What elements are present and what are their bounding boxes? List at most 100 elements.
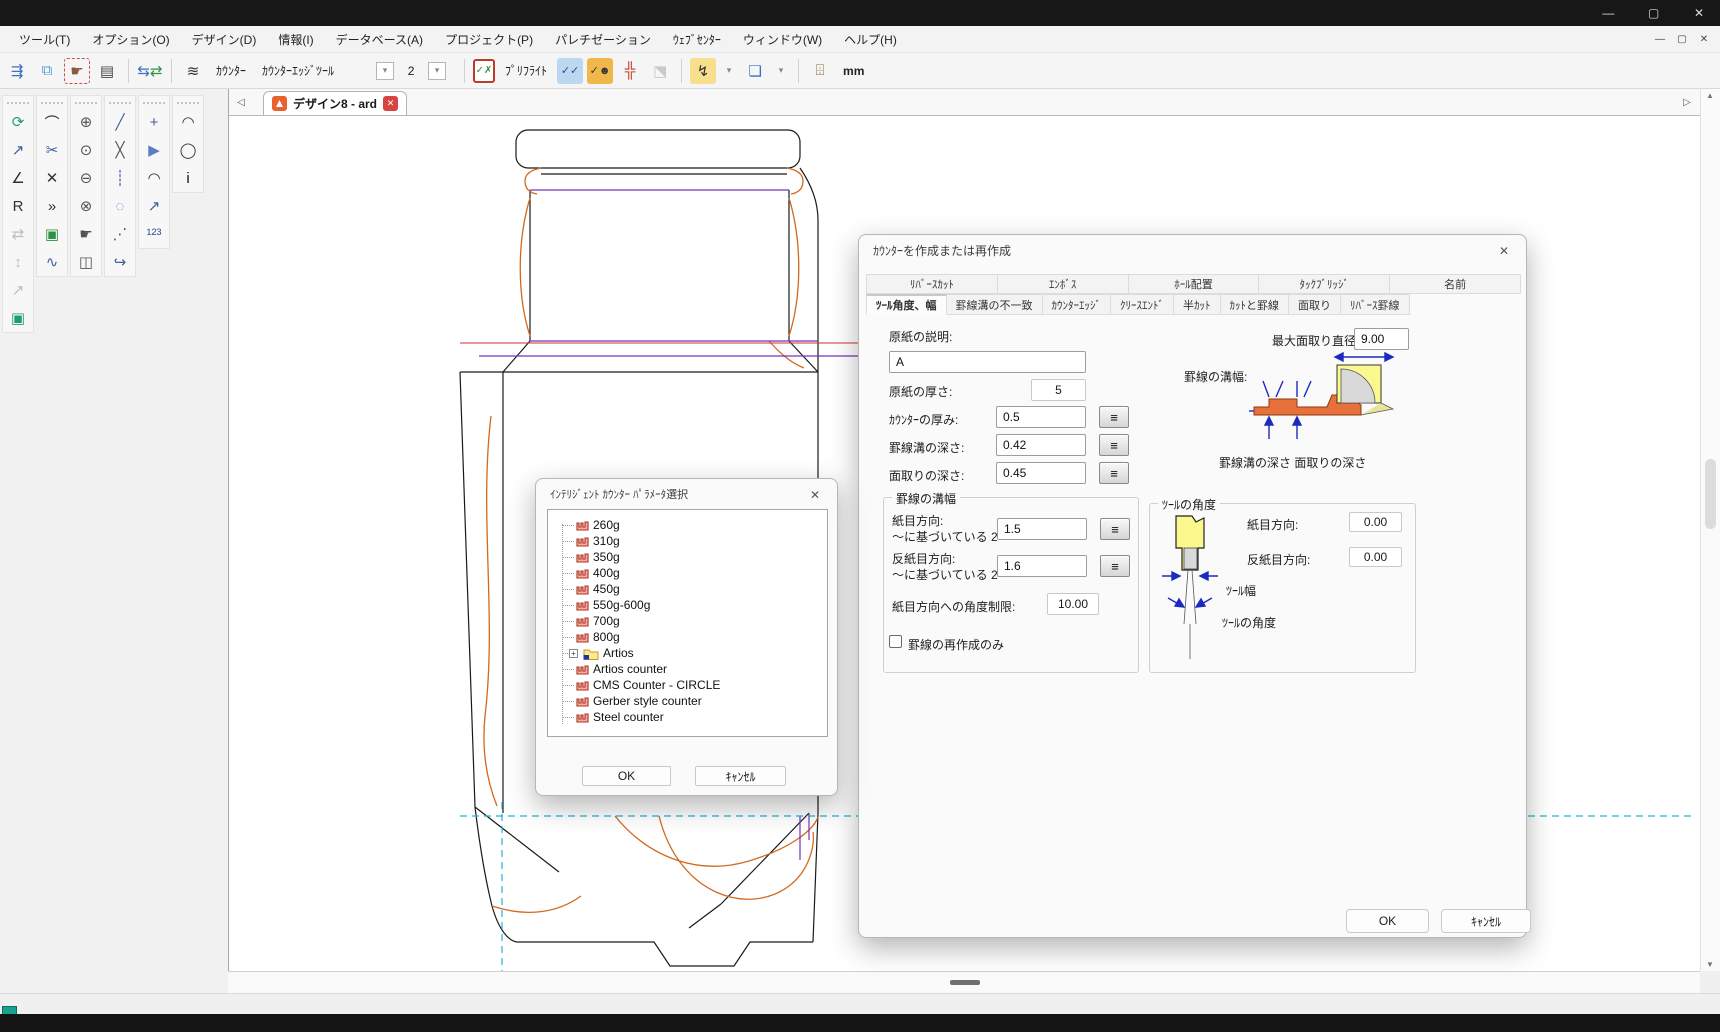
counter-tab-r2-1[interactable]: ﾂｰﾙ角度、幅 — [866, 294, 947, 315]
circle-center-icon[interactable]: ◌ — [105, 192, 135, 220]
cut-line-icon[interactable]: ✂ — [37, 136, 67, 164]
counter-tab-r2-8[interactable]: ﾘﾊﾞｰｽ罫線 — [1341, 294, 1410, 315]
group-select-icon[interactable]: ▣ — [37, 220, 67, 248]
menu-item-help[interactable]: ヘルプ(H) — [833, 27, 908, 52]
counter-tab-r2-6[interactable]: ｶｯﾄと罫線 — [1221, 294, 1290, 315]
ray-fan-icon[interactable]: ⋰ — [105, 220, 135, 248]
zoom-extents-icon[interactable]: ⊗ — [71, 192, 101, 220]
counter-dialog-cancel-button[interactable]: ｷｬﾝｾﾙ — [1441, 909, 1531, 933]
short-line-icon[interactable]: ↗ — [139, 192, 169, 220]
design-rebuild-icon[interactable]: ⟳ — [3, 108, 33, 136]
tree-item-350g[interactable]: 350g — [548, 549, 620, 565]
window-close-button[interactable]: ✕ — [1678, 0, 1720, 26]
measure-radius-icon[interactable]: R — [3, 192, 33, 220]
window-maximize-button[interactable]: ▢ — [1633, 0, 1675, 26]
tree-item-gerber-style-counter[interactable]: Gerber style counter — [548, 693, 702, 709]
numbered-sequence-icon[interactable]: ¹²³ — [139, 220, 169, 248]
parameter-tree-list[interactable]: 260g310g350g400g450g550g-600g700g800g+Ar… — [547, 509, 828, 737]
stamp-image-icon[interactable]: ☛ — [64, 58, 90, 84]
zoom-out-icon[interactable]: ⊖ — [71, 164, 101, 192]
measure-angle-icon[interactable]: ∠ — [3, 164, 33, 192]
menu-item-database[interactable]: データベース(A) — [325, 27, 434, 52]
counter-layers-icon[interactable]: ≋ — [180, 58, 206, 84]
line-plus-icon[interactable]: + — [139, 108, 169, 136]
curve-hook-icon[interactable]: ↪ — [105, 248, 135, 276]
perforation-icon[interactable]: ┊ — [105, 164, 135, 192]
menu-item-tools[interactable]: ツール(T) — [8, 27, 81, 52]
counter-tab-r1-3[interactable]: ﾎｰﾙ配置 — [1129, 274, 1260, 294]
circle-node-icon[interactable]: ◯ — [173, 136, 203, 164]
arc-tool-icon[interactable]: ◠ — [139, 164, 169, 192]
counter-thickness-menu-button[interactable]: ≡ — [1099, 406, 1129, 428]
tree-item-260g[interactable]: 260g — [548, 517, 620, 533]
counter-tab-r2-3[interactable]: ｶｳﾝﾀｰｴｯｼﾞ — [1043, 294, 1112, 315]
zoom-region-icon[interactable]: ⊙ — [71, 136, 101, 164]
tree-item-450g[interactable]: 450g — [548, 581, 620, 597]
chart-icon[interactable]: ⌹ — [807, 58, 833, 84]
preflight-label[interactable]: ﾌﾟﾘﾌﾗｲﾄ — [505, 62, 547, 79]
counter-tab-r2-2[interactable]: 罫線溝の不一致 — [947, 294, 1043, 315]
menu-item-webcenter[interactable]: ｳｪﾌﾞｾﾝﾀｰ — [662, 27, 732, 52]
grain-groove-menu-button[interactable]: ≡ — [1100, 518, 1130, 540]
cross-lines-icon[interactable]: ╳ — [105, 136, 135, 164]
undo-route-icon[interactable]: ↯ — [690, 58, 716, 84]
layer-dropdown-left[interactable]: ▾ — [376, 62, 394, 80]
folder-panels-icon[interactable]: ❏ — [742, 58, 768, 84]
arrowhead-icon[interactable]: ▶ — [139, 136, 169, 164]
vertical-scrollbar[interactable]: ▲ ▼ — [1700, 89, 1720, 971]
counter-tab-r2-4[interactable]: ｸﾘｰｽｴﾝﾄﾞ — [1111, 294, 1174, 315]
tree-item-artios-counter[interactable]: Artios counter — [548, 661, 667, 677]
route-arrows-icon[interactable]: ⇆⇄ — [137, 58, 163, 84]
arc-node-icon[interactable]: ◠ — [173, 108, 203, 136]
menu-item-window[interactable]: ウィンドウ(W) — [732, 27, 833, 52]
menu-item-options[interactable]: オプション(O) — [81, 27, 180, 52]
menu-item-info[interactable]: 情報(I) — [267, 27, 324, 52]
info-icon[interactable]: i — [173, 164, 203, 192]
tab-scroll-right-button[interactable]: ▷ — [1679, 93, 1695, 111]
grain-groove-width-field[interactable] — [997, 518, 1087, 540]
measure-distance-icon[interactable]: ↗ — [3, 136, 33, 164]
tree-item-steel-counter[interactable]: Steel counter — [548, 709, 664, 725]
mdi-close-button[interactable]: ✕ — [1694, 30, 1714, 48]
tree-item-artios[interactable]: +Artios — [548, 645, 634, 661]
direction-arrow-icon[interactable]: » — [37, 192, 67, 220]
vertical-scroll-handle[interactable] — [1705, 459, 1716, 529]
parameter-dialog-cancel-button[interactable]: ｷｬﾝｾﾙ — [695, 766, 786, 786]
counter-tool-label[interactable]: ｶｳﾝﾀｰ — [216, 62, 246, 79]
counter-dialog-close-icon[interactable]: ✕ — [1494, 242, 1514, 260]
counter-edge-tool-label[interactable]: ｶｳﾝﾀｰｴｯｼﾞﾂｰﾙ — [262, 62, 334, 79]
mdi-minimize-button[interactable]: — — [1650, 30, 1670, 48]
layer-dropdown-right[interactable]: ▾ — [428, 62, 446, 80]
cross-groove-menu-button[interactable]: ≡ — [1100, 555, 1130, 577]
tree-item-310g[interactable]: 310g — [548, 533, 620, 549]
tree-item-550g-600g[interactable]: 550g-600g — [548, 597, 650, 613]
base-desc-field[interactable] — [889, 351, 1086, 373]
chamfer-depth-menu-button[interactable]: ≡ — [1099, 462, 1129, 484]
recreate-crease-checkbox[interactable] — [889, 635, 902, 648]
counter-thickness-field[interactable] — [996, 406, 1086, 428]
spec-list-icon[interactable]: ▤ — [94, 58, 120, 84]
tab-close-icon[interactable]: ✕ — [383, 96, 398, 111]
mdi-restore-button[interactable]: ▢ — [1672, 30, 1692, 48]
menu-item-design[interactable]: デザイン(D) — [181, 27, 268, 52]
counter-tab-r1-5[interactable]: 名前 — [1390, 274, 1521, 294]
tree-item-700g[interactable]: 700g — [548, 613, 620, 629]
document-tab[interactable]: デザイン8 - ard ✕ — [263, 91, 407, 115]
folder-panels-dropdown[interactable]: ▾ — [772, 62, 790, 80]
part-select-icon[interactable]: ▣ — [3, 304, 33, 332]
line-tool-icon[interactable]: ╱ — [105, 108, 135, 136]
chamfer-depth-field[interactable] — [996, 462, 1086, 484]
counter-tab-r2-5[interactable]: 半ｶｯﾄ — [1174, 294, 1221, 315]
horizontal-scrollbar[interactable] — [228, 971, 1700, 993]
counter-tab-r1-2[interactable]: ｴﾝﾎﾞｽ — [998, 274, 1129, 294]
grid-tool-icon[interactable]: ╬ — [617, 58, 643, 84]
cross-groove-width-field[interactable] — [997, 555, 1087, 577]
horizontal-scroll-handle[interactable] — [950, 980, 980, 985]
menu-item-palletization[interactable]: パレチゼーション — [544, 27, 662, 52]
preflight-clipboard-icon[interactable]: ✓✗ — [473, 59, 495, 83]
zoom-in-icon[interactable]: ⊕ — [71, 108, 101, 136]
tab-scroll-left-button[interactable]: ◁ — [233, 93, 249, 111]
counter-tab-r2-7[interactable]: 面取り — [1289, 294, 1341, 315]
counter-tab-r1-1[interactable]: ﾘﾊﾞｰｽｶｯﾄ — [866, 274, 998, 294]
tree-item-cms-counter-circle[interactable]: CMS Counter - CIRCLE — [548, 677, 720, 693]
